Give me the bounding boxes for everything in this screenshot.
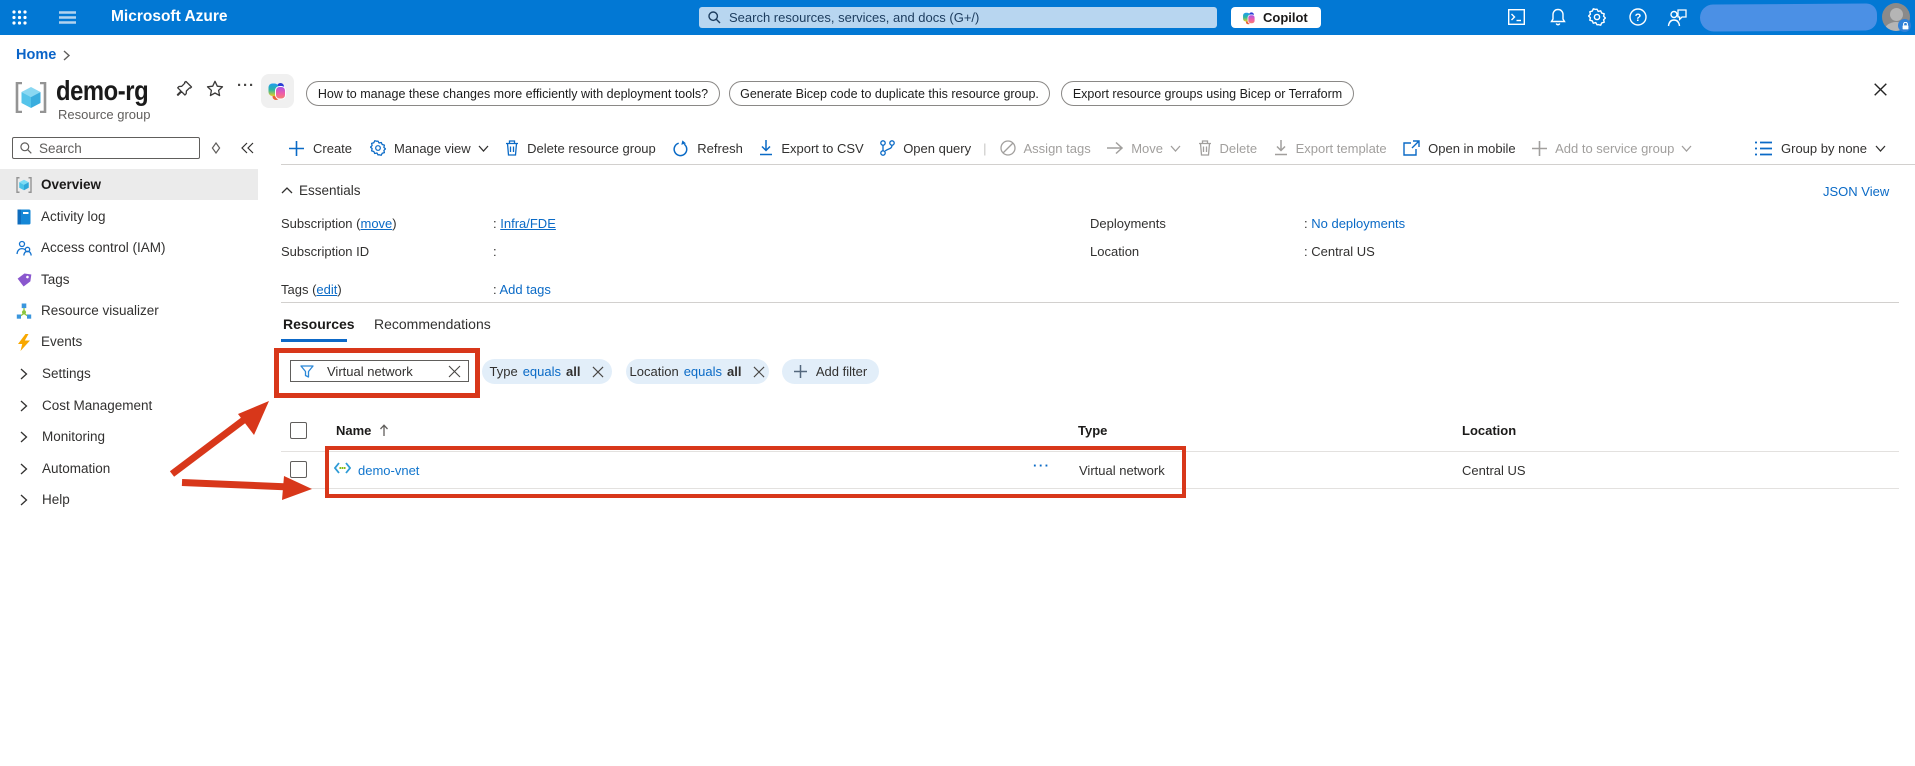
- svg-text:?: ?: [1635, 12, 1642, 24]
